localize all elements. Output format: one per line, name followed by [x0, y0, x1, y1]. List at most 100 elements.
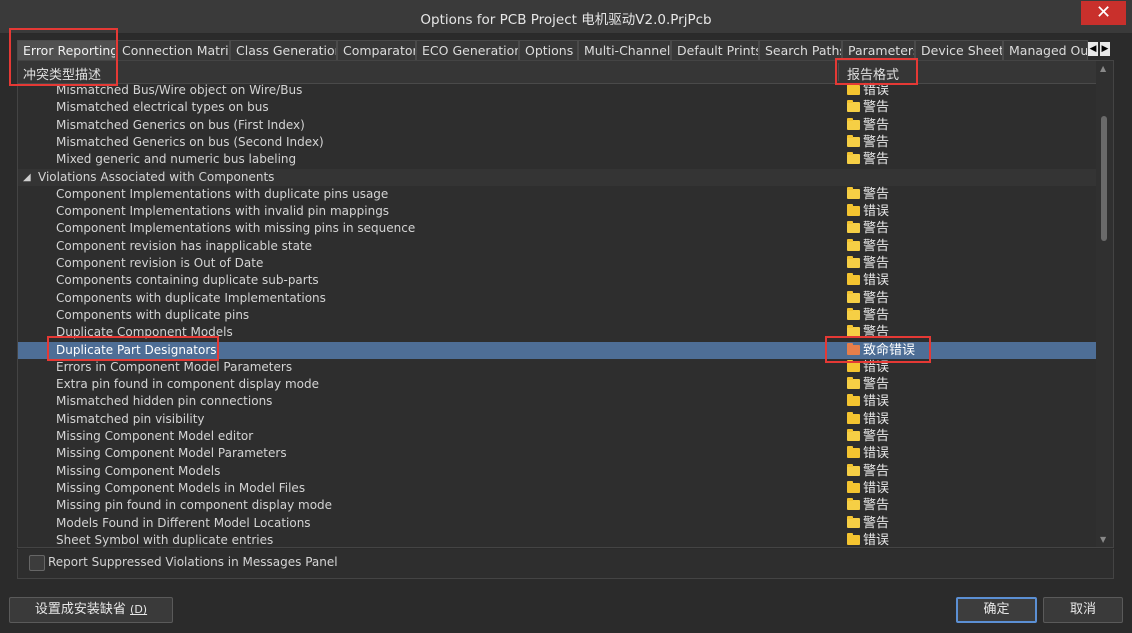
report-mode-cell[interactable]: 警告 [847, 238, 889, 255]
tab-connection-matrix[interactable]: Connection Matrix [116, 40, 230, 60]
report-mode-text: 错误 [863, 394, 890, 410]
tab-managed-output[interactable]: Managed Ou [1003, 40, 1088, 60]
tab-next-icon[interactable]: ▶ [1100, 42, 1110, 56]
report-mode-text: 警告 [863, 221, 890, 237]
folder-icon [847, 204, 860, 217]
table-row[interactable]: Component revision is Out of Date 警告 [18, 255, 1097, 272]
report-mode-cell[interactable]: 警告 [847, 307, 889, 324]
report-mode-cell[interactable]: 错误 [847, 272, 889, 289]
tab-comparator[interactable]: Comparator [337, 40, 416, 60]
collapse-arrow-icon[interactable]: ◢ [23, 169, 31, 186]
violation-label: Mismatched Generics on bus (Second Index… [56, 134, 324, 149]
table-row[interactable]: Component Implementations with duplicate… [18, 186, 1097, 203]
table-row[interactable]: Extra pin found in component display mod… [18, 376, 1097, 393]
folder-icon [847, 83, 860, 95]
table-row[interactable]: Components with duplicate Implementation… [18, 290, 1097, 307]
report-mode-text: 警告 [863, 117, 890, 133]
violation-label: Components with duplicate Implementation… [56, 290, 326, 305]
scroll-up-icon[interactable]: ▲ [1100, 64, 1106, 73]
report-suppressed-label[interactable]: Report Suppressed Violations in Messages… [48, 555, 338, 569]
table-row[interactable]: Missing Component Model Parameters 错误 [18, 445, 1097, 462]
report-mode-cell[interactable]: 错误 [847, 445, 889, 462]
report-mode-cell[interactable]: 警告 [847, 515, 889, 532]
table-row[interactable]: Mismatched Generics on bus (First Index)… [18, 117, 1097, 134]
report-mode-cell[interactable]: 警告 [847, 428, 889, 445]
violation-label: Mismatched hidden pin connections [56, 394, 273, 409]
table-header: 冲突类型描述 报告格式 [18, 61, 1097, 84]
table-row[interactable]: Component revision has inapplicable stat… [18, 238, 1097, 255]
report-mode-text: 警告 [863, 290, 890, 306]
table-row[interactable]: Components with duplicate pins 警告 [18, 307, 1097, 324]
report-mode-cell[interactable]: 错误 [847, 480, 889, 497]
tab-device-sheets[interactable]: Device Sheets [915, 40, 1003, 60]
report-mode-cell[interactable]: 警告 [847, 186, 889, 203]
tab-options[interactable]: Options [519, 40, 578, 60]
folder-icon [847, 152, 860, 165]
table-row[interactable]: Missing Component Models in Model Files 错… [18, 480, 1097, 497]
violation-label: Missing Component Models [56, 463, 221, 478]
report-mode-cell[interactable]: 错误 [847, 411, 889, 428]
violation-label: Component Implementations with invalid p… [56, 204, 390, 219]
set-default-hotkey: (D) [130, 603, 148, 616]
table-row[interactable]: Mismatched hidden pin connections 错误 [18, 393, 1097, 410]
table-row[interactable]: Mismatched electrical types on bus 警告 [18, 99, 1097, 116]
folder-icon [847, 463, 860, 476]
report-mode-cell[interactable]: 警告 [847, 497, 889, 514]
report-mode-cell[interactable]: 警告 [847, 99, 889, 116]
table-row[interactable]: Missing Component Model editor 警告 [18, 428, 1097, 445]
violation-label: Component Implementations with missing p… [56, 221, 416, 236]
report-suppressed-checkbox[interactable] [29, 555, 45, 571]
table-row[interactable]: Mismatched Bus/Wire object on Wire/Bus 错误 [18, 82, 1097, 99]
table-row[interactable]: Component Implementations with missing p… [18, 220, 1097, 237]
report-mode-cell[interactable]: 警告 [847, 463, 889, 480]
report-mode-cell[interactable]: 错误 [847, 203, 889, 220]
vertical-scrollbar[interactable]: ▲ ▼ [1096, 61, 1113, 547]
folder-icon [847, 480, 860, 493]
close-icon[interactable]: ✕ [1081, 1, 1126, 25]
folder-icon [847, 117, 860, 130]
tab-multi-channel[interactable]: Multi-Channel [578, 40, 671, 60]
tab-parameters[interactable]: Parameters [842, 40, 915, 60]
table-row[interactable]: Components containing duplicate sub-part… [18, 272, 1097, 289]
tab-class-generation[interactable]: Class Generation [230, 40, 337, 60]
group-row[interactable]: ◢ Violations Associated with Components [18, 168, 1097, 186]
table-row[interactable]: Sheet Symbol with duplicate entries 错误 [18, 532, 1097, 547]
scroll-thumb[interactable] [1101, 116, 1107, 241]
table-row[interactable]: Missing Component Models 警告 [18, 463, 1097, 480]
tab-default-prints[interactable]: Default Prints [671, 40, 759, 60]
report-mode-cell[interactable]: 警告 [847, 290, 889, 307]
folder-icon [847, 238, 860, 251]
report-mode-cell[interactable]: 警告 [847, 255, 889, 272]
cancel-button[interactable]: 取消 [1043, 597, 1123, 623]
tab-eco-generation[interactable]: ECO Generation [416, 40, 519, 60]
options-area: Report Suppressed Violations in Messages… [17, 549, 1114, 579]
report-mode-text: 警告 [863, 498, 890, 514]
table-row[interactable]: Mismatched Generics on bus (Second Index… [18, 134, 1097, 151]
scroll-down-icon[interactable]: ▼ [1100, 535, 1106, 544]
table-row[interactable]: Errors in Component Model Parameters 错误 [18, 359, 1097, 376]
report-mode-text: 错误 [863, 446, 890, 462]
tab-prev-icon[interactable]: ◀ [1088, 42, 1098, 56]
report-mode-cell[interactable]: 警告 [847, 220, 889, 237]
folder-icon [847, 515, 860, 528]
tab-search-paths[interactable]: Search Paths [759, 40, 842, 60]
ok-button[interactable]: 确定 [956, 597, 1037, 623]
report-mode-cell[interactable]: 警告 [847, 376, 889, 393]
violation-label: Component Implementations with duplicate… [56, 186, 389, 201]
report-mode-text: 警告 [863, 186, 890, 202]
set-default-button[interactable]: 设置成安装缺省 (D) [9, 597, 173, 623]
report-mode-cell[interactable]: 警告 [847, 117, 889, 134]
table-row[interactable]: Mismatched pin visibility 错误 [18, 411, 1097, 428]
folder-icon [847, 221, 860, 234]
report-mode-cell[interactable]: 错误 [847, 393, 889, 410]
folder-icon [847, 532, 860, 545]
report-mode-cell[interactable]: 错误 [847, 532, 889, 547]
table-row[interactable]: Models Found in Different Model Location… [18, 515, 1097, 532]
report-mode-text: 警告 [863, 152, 890, 168]
table-row[interactable]: Missing pin found in component display m… [18, 497, 1097, 514]
report-mode-text: 错误 [863, 411, 890, 427]
report-mode-cell[interactable]: 警告 [847, 134, 889, 151]
report-mode-cell[interactable]: 警告 [847, 151, 889, 168]
table-row[interactable]: Component Implementations with invalid p… [18, 203, 1097, 220]
table-row[interactable]: Mixed generic and numeric bus labeling 警告 [18, 151, 1097, 168]
